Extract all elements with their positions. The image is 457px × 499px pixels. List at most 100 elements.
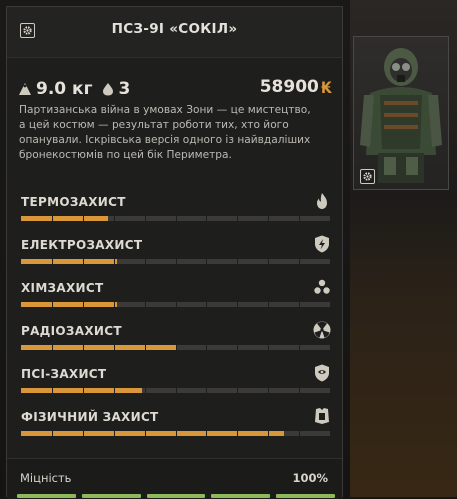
protection-bar-divider — [144, 259, 146, 264]
protection-bar-divider — [237, 388, 239, 393]
radiation-icon — [313, 321, 331, 339]
protection-bar-divider — [268, 216, 270, 221]
protection-bar-divider — [299, 345, 301, 350]
protection-bar-divider — [299, 216, 301, 221]
protection-bar-divider — [206, 345, 208, 350]
protection-bar-fill — [21, 388, 142, 393]
protection-bar-divider — [82, 216, 84, 221]
protection-bar-divider — [206, 216, 208, 221]
protection-bar-fill — [21, 345, 176, 350]
portrait-settings-button[interactable] — [360, 169, 375, 184]
protection-bar-divider — [175, 259, 177, 264]
protection-bar-divider — [206, 431, 208, 436]
protection-bar-divider — [175, 431, 177, 436]
item-stats: 9.0 кг 3 — [18, 77, 130, 101]
price-value: 58900 — [259, 77, 319, 97]
protection-row: ЕЛЕКТРОЗАХИСТ — [19, 234, 334, 277]
protection-bar-divider — [206, 388, 208, 393]
durability-segment — [276, 494, 335, 498]
protection-bar-divider — [206, 302, 208, 307]
protection-bar-divider — [299, 259, 301, 264]
protection-bar — [21, 259, 330, 264]
protection-bar — [21, 345, 330, 350]
gear-icon — [363, 172, 372, 181]
protection-bar-divider — [175, 216, 177, 221]
protection-bar-divider — [113, 345, 115, 350]
protection-bar-divider — [299, 302, 301, 307]
protection-list: ТЕРМОЗАХИСТ ЕЛЕКТРОЗАХИСТ ХІМЗАХИСТ РАДІОЗА… — [19, 191, 334, 449]
protection-bar-divider — [268, 431, 270, 436]
durability-segment — [17, 494, 76, 498]
protection-label: ПСІ-ЗАХИСТ — [21, 367, 107, 381]
protection-label: ХІМЗАХИСТ — [21, 281, 104, 295]
protection-bar-divider — [113, 216, 115, 221]
body-armor-icon — [315, 408, 329, 424]
durability-segment — [146, 494, 206, 498]
durability-label: Міцність — [20, 471, 72, 485]
protection-bar-divider — [299, 431, 301, 436]
fire-icon — [317, 193, 327, 209]
protection-bar — [21, 302, 330, 307]
protection-bar-divider — [268, 388, 270, 393]
weight-value: 9.0 кг — [36, 79, 93, 99]
durability-bar — [17, 494, 335, 498]
protection-bar-divider — [268, 259, 270, 264]
protection-row: ФІЗИЧНИЙ ЗАХИСТ — [19, 406, 334, 449]
item-info-panel: ПСЗ-9І «СОКІЛ» 9.0 кг 3 58900 ₭ Партизан… — [6, 6, 343, 499]
protection-bar-divider — [299, 388, 301, 393]
protection-bar-divider — [82, 388, 84, 393]
protection-row: ХІМЗАХИСТ — [19, 277, 334, 320]
protection-label: ЕЛЕКТРОЗАХИСТ — [21, 238, 143, 252]
protection-bar-divider — [51, 431, 53, 436]
protection-bar-divider — [237, 345, 239, 350]
durability-value: 100% — [292, 471, 328, 485]
protection-bar-divider — [237, 216, 239, 221]
protection-bar-divider — [113, 431, 115, 436]
protection-label: ФІЗИЧНИЙ ЗАХИСТ — [21, 410, 159, 424]
psi-shield-icon — [315, 364, 329, 382]
panel-header: ПСЗ-9І «СОКІЛ» — [7, 7, 342, 58]
protection-bar — [21, 216, 330, 221]
protection-bar-fill — [21, 431, 284, 436]
protection-bar-divider — [82, 431, 84, 436]
protection-bar-divider — [175, 302, 177, 307]
protection-bar-divider — [144, 431, 146, 436]
item-description: Партизанська війна в умовах Зони — це ми… — [19, 104, 311, 161]
protection-bar-divider — [144, 216, 146, 221]
protection-bar — [21, 431, 330, 436]
artifact-slot-icon — [103, 83, 114, 96]
protection-label: ТЕРМОЗАХИСТ — [21, 195, 126, 209]
protection-bar-divider — [144, 345, 146, 350]
item-portrait — [353, 36, 449, 190]
protection-bar-divider — [237, 431, 239, 436]
protection-bar-divider — [51, 388, 53, 393]
protection-bar-divider — [82, 259, 84, 264]
durability-footer: Міцність 100% — [7, 458, 342, 499]
durability-segment — [211, 494, 271, 498]
protection-bar-divider — [51, 259, 53, 264]
protection-bar-divider — [268, 302, 270, 307]
protection-row: ПСІ-ЗАХИСТ — [19, 363, 334, 406]
protection-row: ТЕРМОЗАХИСТ — [19, 191, 334, 234]
artifact-slots-value: 3 — [118, 79, 131, 99]
protection-label: РАДІОЗАХИСТ — [21, 324, 122, 338]
item-title: ПСЗ-9І «СОКІЛ» — [111, 21, 238, 37]
item-price: 58900 ₭ — [260, 77, 332, 97]
protection-bar-fill — [21, 259, 117, 264]
protection-bar-divider — [51, 216, 53, 221]
protection-bar-divider — [82, 302, 84, 307]
protection-bar-divider — [175, 345, 177, 350]
protection-bar-divider — [237, 259, 239, 264]
armored-suit-image — [360, 48, 442, 183]
protection-bar-divider — [51, 345, 53, 350]
protection-row: РАДІОЗАХИСТ — [19, 320, 334, 363]
protection-bar-divider — [113, 388, 115, 393]
protection-bar — [21, 388, 330, 393]
protection-bar-divider — [113, 259, 115, 264]
protection-bar-divider — [144, 302, 146, 307]
lightning-shield-icon — [315, 235, 329, 253]
protection-bar-divider — [268, 345, 270, 350]
durability-segment — [81, 494, 141, 498]
protection-bar-divider — [51, 302, 53, 307]
weight-icon — [19, 83, 31, 95]
